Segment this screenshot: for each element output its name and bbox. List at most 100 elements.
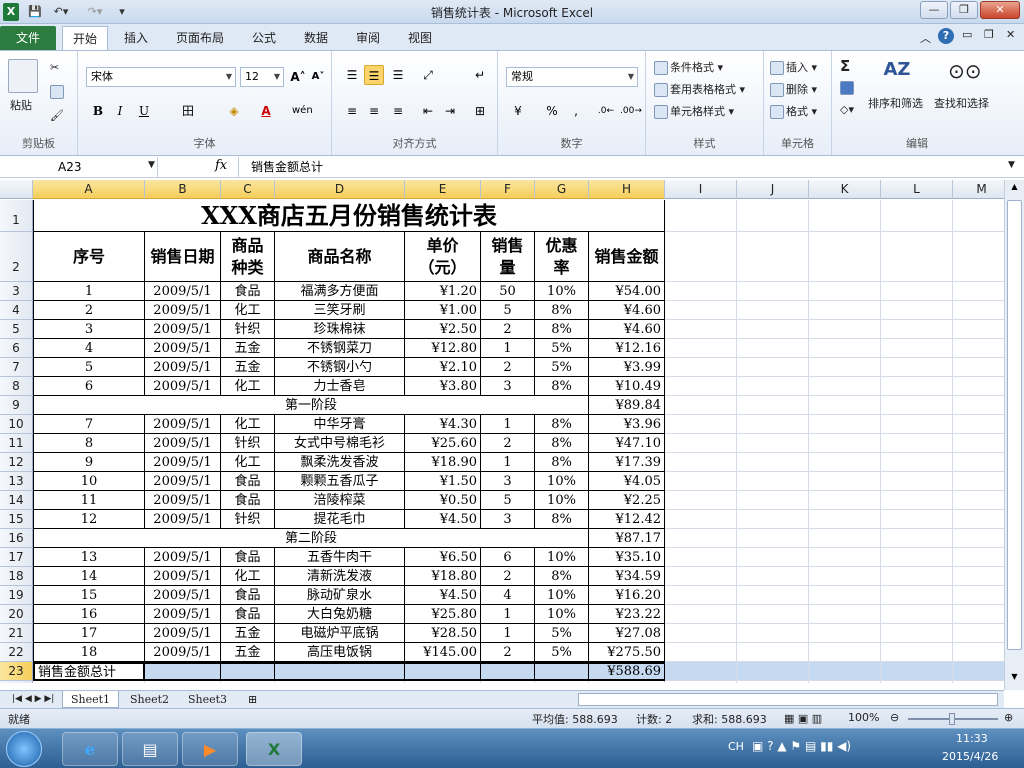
- comma-icon[interactable]: ,: [566, 101, 586, 121]
- table-cell[interactable]: 食品: [221, 282, 275, 301]
- table-cell[interactable]: 10%: [535, 605, 589, 624]
- empty-cell[interactable]: [737, 624, 809, 643]
- bold-icon[interactable]: B: [88, 101, 108, 121]
- empty-cell[interactable]: [881, 605, 953, 624]
- tab-insert[interactable]: 插入: [114, 26, 158, 50]
- table-cell[interactable]: 五香牛肉干: [275, 548, 405, 567]
- empty-cell[interactable]: [809, 453, 881, 472]
- row-header-20[interactable]: 20: [0, 605, 33, 624]
- empty-cell[interactable]: [737, 453, 809, 472]
- empty-cell[interactable]: [809, 624, 881, 643]
- table-cell[interactable]: 3: [481, 472, 535, 491]
- table-cell[interactable]: ¥4.50: [405, 586, 481, 605]
- row-header-4[interactable]: 4: [0, 301, 33, 320]
- empty-cell[interactable]: [881, 453, 953, 472]
- row-header-6[interactable]: 6: [0, 339, 33, 358]
- table-cell[interactable]: 10%: [535, 548, 589, 567]
- empty-cell[interactable]: [809, 662, 881, 681]
- horizontal-scrollbar[interactable]: [578, 693, 998, 706]
- table-cell[interactable]: 1: [481, 605, 535, 624]
- table-cell[interactable]: 10%: [535, 282, 589, 301]
- empty-cell[interactable]: [953, 472, 1004, 491]
- column-header-m[interactable]: M: [953, 180, 1004, 199]
- table-cell[interactable]: 化工: [221, 301, 275, 320]
- table-cell[interactable]: ¥2.10: [405, 358, 481, 377]
- empty-cell[interactable]: [665, 320, 737, 339]
- merge-center-icon[interactable]: ⊞: [470, 101, 490, 121]
- table-cell[interactable]: 清新洗发液: [275, 567, 405, 586]
- empty-cell[interactable]: [737, 472, 809, 491]
- table-cell[interactable]: 2009/5/1: [145, 548, 221, 567]
- empty-cell[interactable]: [405, 681, 481, 683]
- row-header-15[interactable]: 15: [0, 510, 33, 529]
- empty-cell[interactable]: [953, 358, 1004, 377]
- empty-cell[interactable]: [953, 396, 1004, 415]
- table-cell[interactable]: 17: [33, 624, 145, 643]
- font-size-combo[interactable]: 12 ▼: [240, 67, 284, 87]
- percent-icon[interactable]: %: [542, 101, 562, 121]
- empty-cell[interactable]: [481, 681, 535, 683]
- table-cell[interactable]: ¥1.20: [405, 282, 481, 301]
- row-header-8[interactable]: 8: [0, 377, 33, 396]
- empty-cell[interactable]: [953, 548, 1004, 567]
- empty-cell[interactable]: [665, 662, 737, 681]
- table-cell[interactable]: 6: [33, 377, 145, 396]
- table-cell[interactable]: 9: [33, 453, 145, 472]
- sheet-nav-icons[interactable]: |◀ ◀ ▶ ▶|: [4, 691, 62, 708]
- empty-cell[interactable]: [881, 282, 953, 301]
- empty-cell[interactable]: [953, 453, 1004, 472]
- column-header-c[interactable]: C: [221, 180, 275, 199]
- table-cell[interactable]: 福满多方便面: [275, 282, 405, 301]
- table-cell[interactable]: 2: [33, 301, 145, 320]
- empty-cell[interactable]: [737, 320, 809, 339]
- empty-cell[interactable]: [145, 681, 221, 683]
- total-label[interactable]: 销售金额总计: [33, 662, 145, 681]
- table-cell[interactable]: ¥4.60: [589, 320, 665, 339]
- table-cell[interactable]: 5%: [535, 358, 589, 377]
- empty-cell[interactable]: [275, 681, 405, 683]
- table-cell[interactable]: ¥275.50: [589, 643, 665, 662]
- table-cell[interactable]: 高压电饭锅: [275, 643, 405, 662]
- empty-cell[interactable]: [953, 377, 1004, 396]
- row-header-14[interactable]: 14: [0, 491, 33, 510]
- format-cells-button[interactable]: 格式 ▾: [770, 103, 817, 119]
- empty-cell[interactable]: [665, 529, 737, 548]
- row-header-17[interactable]: 17: [0, 548, 33, 567]
- row-header-23[interactable]: 23: [0, 662, 33, 681]
- empty-cell[interactable]: [665, 415, 737, 434]
- empty-cell[interactable]: [953, 200, 1004, 232]
- row-header-2[interactable]: 2: [0, 232, 33, 282]
- table-cell[interactable]: ¥34.59: [589, 567, 665, 586]
- worksheet-grid[interactable]: A B C D E F G H I J K L M 1 2 3 4 5 6 7 8 9 10 11 12 13 14 15 16 17 18…: [0, 180, 1004, 683]
- table-cell[interactable]: ¥3.99: [589, 358, 665, 377]
- restore-button[interactable]: ❐: [950, 1, 978, 19]
- header-product-name[interactable]: 商品名称: [275, 232, 405, 282]
- empty-cell[interactable]: [665, 567, 737, 586]
- empty-cell[interactable]: [953, 529, 1004, 548]
- clear-icon[interactable]: ◇▾: [840, 103, 854, 116]
- empty-cell[interactable]: [33, 681, 145, 683]
- table-cell[interactable]: ¥12.42: [589, 510, 665, 529]
- table-cell[interactable]: 5%: [535, 339, 589, 358]
- help-icon[interactable]: ?: [938, 28, 954, 44]
- ime-indicator[interactable]: CH: [728, 740, 744, 753]
- explorer-icon[interactable]: ▤: [122, 732, 178, 766]
- table-cell[interactable]: 五金: [221, 339, 275, 358]
- empty-cell[interactable]: [881, 662, 953, 681]
- empty-cell[interactable]: [881, 358, 953, 377]
- paste-icon[interactable]: [8, 59, 38, 93]
- table-cell[interactable]: 女式中号棉毛衫: [275, 434, 405, 453]
- header-amount[interactable]: 销售金额: [589, 232, 665, 282]
- underline-icon[interactable]: U: [134, 101, 154, 121]
- empty-cell[interactable]: [881, 301, 953, 320]
- row-header-16[interactable]: 16: [0, 529, 33, 548]
- table-cell[interactable]: ¥54.00: [589, 282, 665, 301]
- table-cell[interactable]: 11: [33, 491, 145, 510]
- empty-cell[interactable]: [665, 643, 737, 662]
- table-cell[interactable]: 针织: [221, 434, 275, 453]
- empty-cell[interactable]: [737, 586, 809, 605]
- empty-cell[interactable]: [881, 624, 953, 643]
- table-cell[interactable]: 2009/5/1: [145, 282, 221, 301]
- table-cell[interactable]: ¥4.30: [405, 415, 481, 434]
- empty-cell[interactable]: [665, 586, 737, 605]
